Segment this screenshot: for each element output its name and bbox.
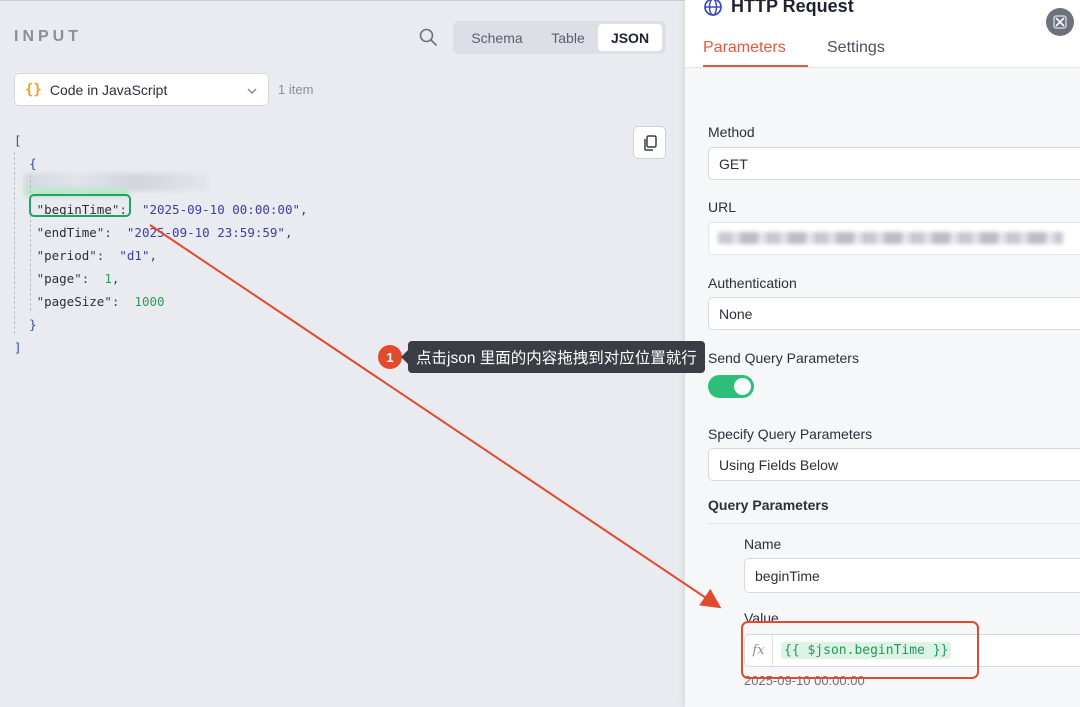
json-value[interactable]: 1000 bbox=[134, 294, 164, 309]
json-value[interactable]: 1 bbox=[104, 271, 112, 286]
tab-json[interactable]: JSON bbox=[598, 24, 662, 51]
node-title: HTTP Request bbox=[703, 0, 854, 17]
json-brace-open: { bbox=[29, 156, 37, 171]
json-value[interactable]: "d1" bbox=[119, 248, 149, 263]
authentication-label: Authentication bbox=[708, 275, 797, 291]
json-row[interactable]: "page": 1, bbox=[14, 267, 308, 290]
toggle-knob bbox=[734, 378, 751, 395]
globe-icon bbox=[704, 0, 722, 16]
item-count: 1 item bbox=[278, 82, 314, 97]
close-button[interactable] bbox=[1046, 8, 1074, 36]
url-label: URL bbox=[708, 199, 737, 215]
view-mode-toggle: Schema Table JSON bbox=[453, 21, 666, 54]
param-name-label: Name bbox=[744, 536, 782, 552]
source-node-select[interactable]: {} Code in JavaScript bbox=[14, 73, 269, 106]
query-parameters-heading: Query Parameters bbox=[708, 497, 1080, 524]
json-row[interactable]: "endTime": "2025-09-10 23:59:59", bbox=[14, 221, 308, 244]
json-bracket-open: [ bbox=[14, 133, 22, 148]
annotation-callout: 1 点击json 里面的内容拖拽到对应位置就行 bbox=[378, 341, 705, 373]
node-panel-header: HTTP Request Parameters Settings bbox=[685, 0, 1080, 68]
search-icon[interactable] bbox=[418, 27, 438, 47]
json-value[interactable]: "2025-09-10 23:59:59" bbox=[127, 225, 285, 240]
specify-query-label: Specify Query Parameters bbox=[708, 426, 873, 442]
code-braces-icon: {} bbox=[25, 81, 42, 98]
param-name-input[interactable]: beginTime bbox=[744, 558, 1080, 593]
tab-table[interactable]: Table bbox=[538, 24, 598, 51]
json-key[interactable]: period bbox=[44, 248, 89, 263]
node-title-text: HTTP Request bbox=[731, 0, 854, 16]
close-icon bbox=[1053, 15, 1067, 29]
send-query-label: Send Query Parameters bbox=[708, 350, 859, 366]
json-value[interactable]: "2025-09-10 00:00:00" bbox=[142, 202, 300, 217]
authentication-select[interactable]: None bbox=[708, 297, 1080, 330]
node-settings-panel: HTTP Request Parameters Settings Method … bbox=[685, 0, 1080, 707]
tab-schema[interactable]: Schema bbox=[456, 24, 538, 51]
specify-query-select[interactable]: Using Fields Below bbox=[708, 448, 1080, 481]
chevron-down-icon bbox=[246, 84, 258, 96]
json-row[interactable]: "period": "d1", bbox=[14, 244, 308, 267]
json-key[interactable]: page bbox=[44, 271, 74, 286]
json-bracket-close: ] bbox=[14, 340, 22, 355]
tab-parameters[interactable]: Parameters bbox=[703, 39, 808, 67]
method-select[interactable]: GET bbox=[708, 147, 1080, 180]
json-viewer: [ { "beginTime": "2025-09-10 00:00:00", … bbox=[14, 129, 308, 359]
json-brace-close: } bbox=[29, 317, 37, 332]
redacted-url bbox=[718, 232, 1063, 244]
step-number-badge: 1 bbox=[378, 345, 402, 369]
json-key[interactable]: pageSize bbox=[44, 294, 104, 309]
drop-target-highlight bbox=[741, 621, 979, 679]
source-node-label: Code in JavaScript bbox=[49, 81, 168, 98]
copy-button[interactable] bbox=[633, 126, 666, 159]
json-row[interactable]: "pageSize": 1000 bbox=[14, 290, 308, 313]
send-query-toggle[interactable] bbox=[708, 375, 754, 398]
drag-source-highlight bbox=[29, 194, 131, 217]
input-panel-title: INPUT bbox=[14, 28, 82, 45]
tab-settings[interactable]: Settings bbox=[827, 39, 885, 57]
json-key[interactable]: endTime bbox=[44, 225, 97, 240]
copy-icon bbox=[643, 134, 657, 151]
method-label: Method bbox=[708, 124, 755, 140]
tooltip-text: 点击json 里面的内容拖拽到对应位置就行 bbox=[401, 341, 705, 373]
